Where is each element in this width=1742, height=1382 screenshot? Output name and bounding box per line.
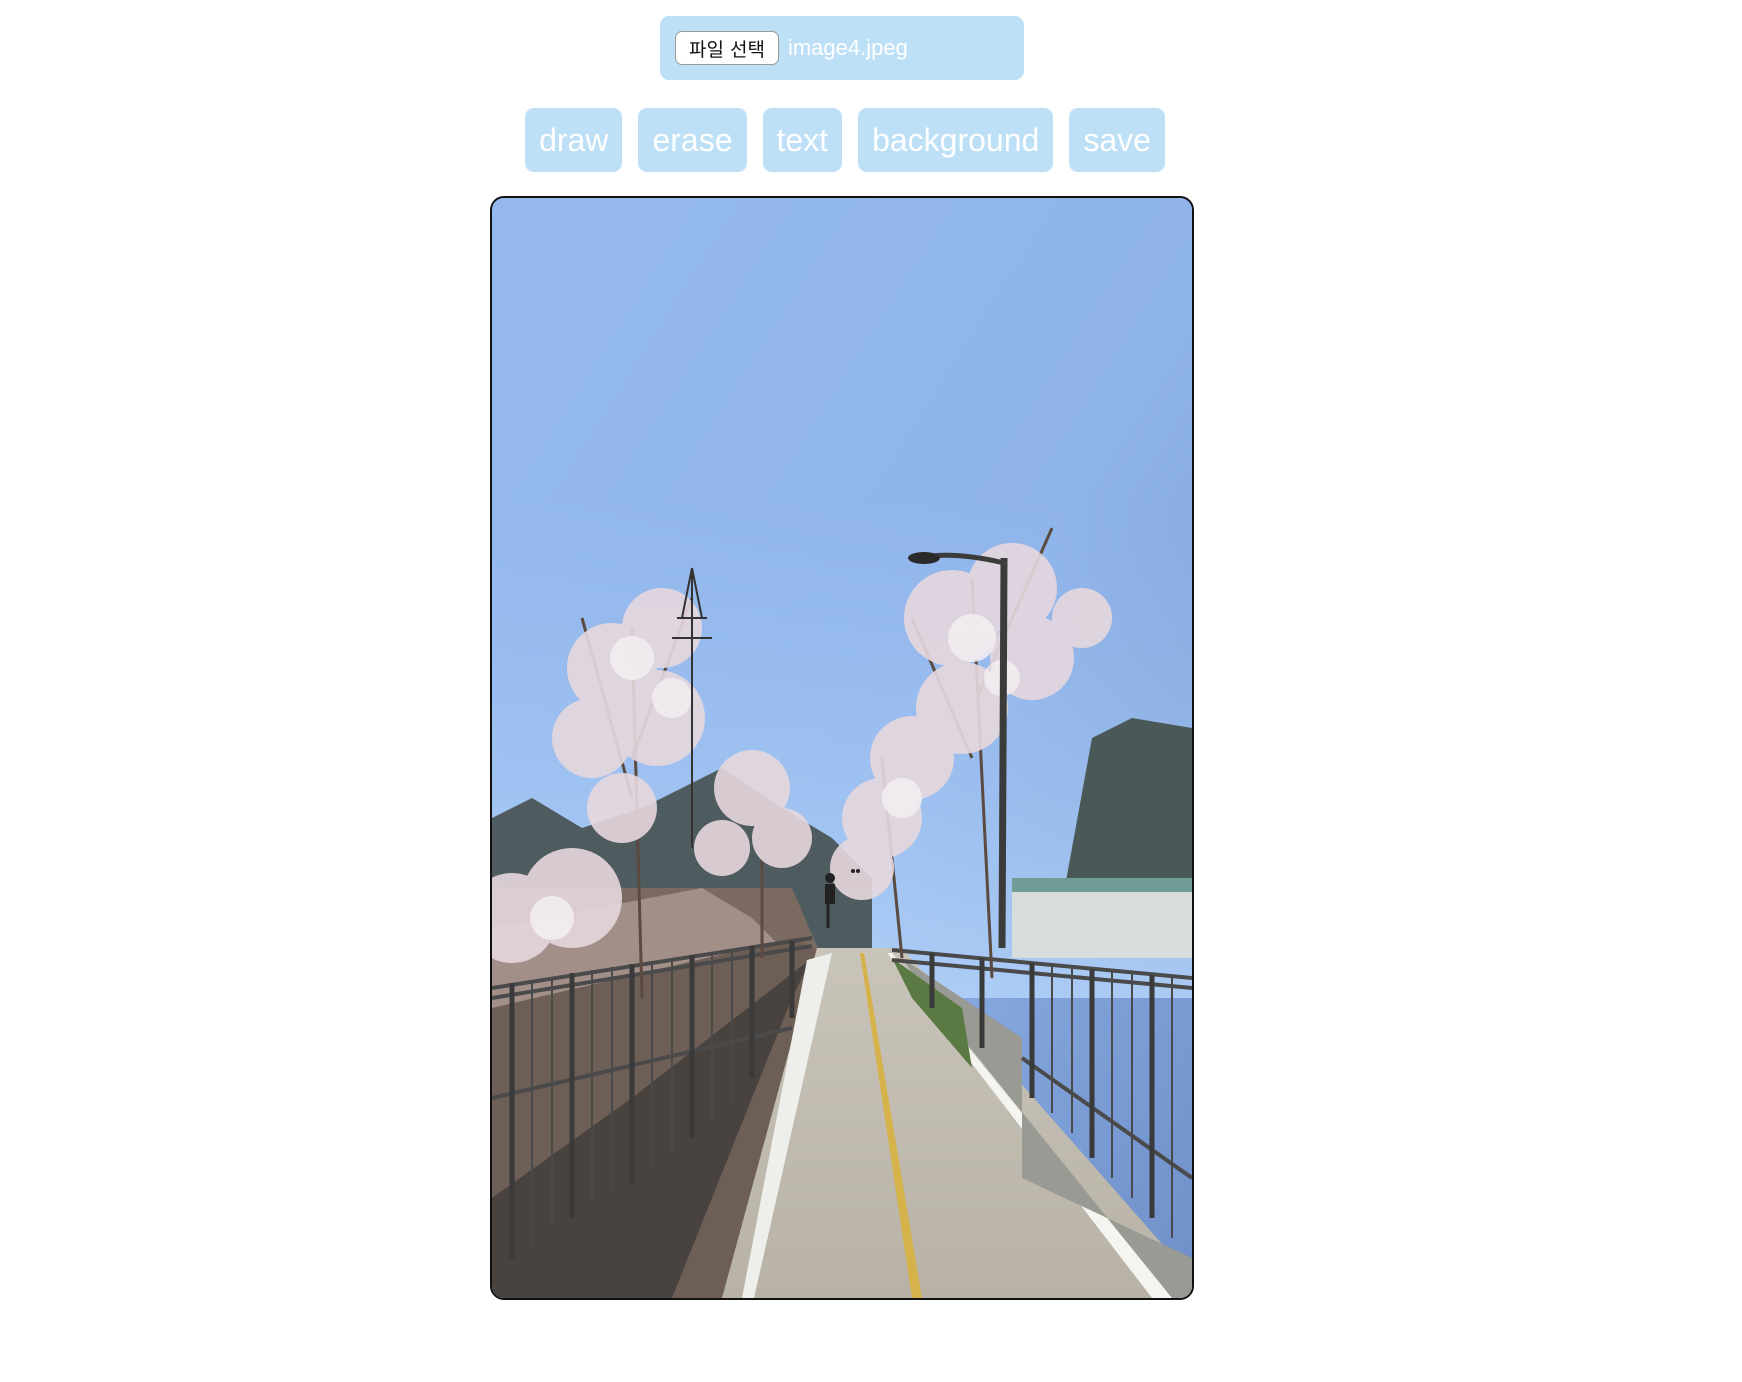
file-input-bar[interactable]: 파일 선택 image4.jpeg xyxy=(660,16,1024,80)
text-button[interactable]: text xyxy=(762,108,843,172)
canvas-photo xyxy=(492,198,1192,1298)
toolbar: draw erase text background save xyxy=(0,108,1690,172)
selected-file-name: image4.jpeg xyxy=(787,35,908,60)
background-button[interactable]: background xyxy=(858,108,1054,172)
drawing-canvas[interactable] xyxy=(490,196,1194,1300)
draw-button[interactable]: draw xyxy=(525,108,623,172)
choose-file-button[interactable]: 파일 선택 xyxy=(675,31,779,65)
erase-button[interactable]: erase xyxy=(638,108,747,172)
save-button[interactable]: save xyxy=(1069,108,1165,172)
